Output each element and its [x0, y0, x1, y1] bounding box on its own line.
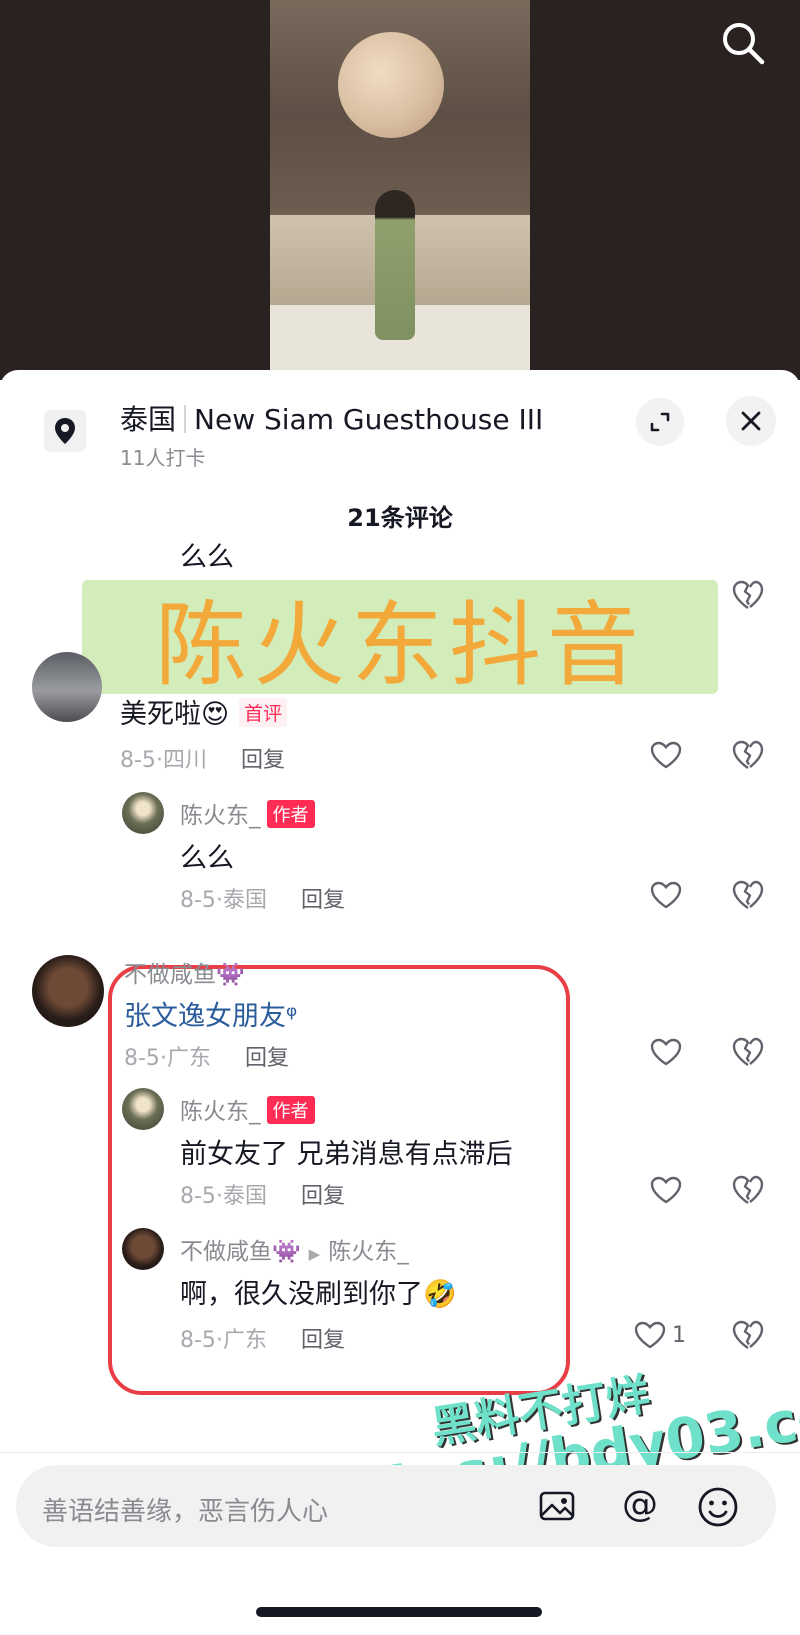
home-indicator — [256, 1607, 542, 1617]
comment-meta: 8-5·泰国 回复 — [180, 1184, 345, 1209]
reply-button[interactable]: 回复 — [241, 748, 285, 773]
comment-date: 8-5 — [180, 1184, 216, 1209]
reply-arrow-icon: ▶ — [308, 1245, 321, 1263]
location-header[interactable]: 泰国 New Siam Guesthouse III 11人打卡 — [0, 370, 800, 470]
comment-region: 广东 — [166, 1046, 211, 1071]
comment-author: 不做咸鱼👾 ▶ 陈火东_ — [180, 1232, 409, 1266]
author-name: 陈火东_ — [180, 803, 261, 829]
reply-to-name: 陈火东_ — [328, 1239, 409, 1265]
comment-meta: 8-5·泰国 回复 — [180, 888, 345, 913]
comment-input[interactable]: 善语结善缘，恶言伤人心 @ — [16, 1465, 776, 1547]
comment-date: 8-5 — [180, 888, 216, 913]
location-title[interactable]: 泰国 New Siam Guesthouse III — [120, 398, 543, 438]
heart-icon[interactable] — [646, 875, 686, 915]
search-icon[interactable] — [718, 18, 768, 68]
author-name: 不做咸鱼 — [180, 1239, 272, 1265]
comment-author: 陈火东_ 作者 — [180, 796, 315, 830]
avatar[interactable] — [122, 1088, 164, 1130]
watermark-text: 陈火东抖音 — [154, 591, 645, 699]
reply-button[interactable]: 回复 — [301, 1328, 345, 1353]
comment-meta: 8-5·广东 回复 — [180, 1328, 345, 1353]
at-icon[interactable]: @ — [616, 1481, 664, 1529]
comment-count-title: 21条评论 — [347, 504, 453, 532]
location-divider — [184, 405, 187, 433]
broken-heart-icon[interactable] — [728, 735, 768, 775]
broken-heart-icon[interactable] — [728, 575, 768, 615]
heart-icon[interactable] — [646, 1032, 686, 1072]
video-preview[interactable] — [0, 0, 800, 380]
location-country: 泰国 — [120, 403, 177, 436]
laugh-emoji: 🤣 — [423, 1279, 457, 1310]
comment-meta: 8-5·四川 回复 — [120, 748, 285, 773]
close-icon[interactable] — [726, 396, 776, 446]
comment-text-row: 美死啦😍 首评 — [120, 692, 288, 731]
comment-meta: 8-5·广东 回复 — [124, 1046, 289, 1071]
like-count: 1 — [672, 1323, 686, 1348]
search-link-text[interactable]: 张文逸女朋友 — [124, 1001, 286, 1032]
comment-author: 陈火东_ 作者 — [180, 1092, 315, 1126]
input-divider — [0, 1452, 800, 1453]
reply-button[interactable]: 回复 — [301, 888, 345, 913]
checkin-count: 11人打卡 — [120, 446, 206, 470]
broken-heart-icon[interactable] — [728, 1170, 768, 1210]
comment-region: 广东 — [222, 1328, 267, 1353]
comment-text: 么么 — [180, 843, 234, 874]
comment-region: 泰国 — [222, 888, 267, 913]
video-thumbnail — [270, 0, 530, 380]
image-icon[interactable] — [536, 1485, 578, 1527]
author-name: 陈火东_ — [180, 1099, 261, 1125]
comment-text: 美死啦 — [120, 699, 201, 730]
comment-text-row: 啊，很久没刷到你了🤣 — [180, 1272, 457, 1311]
avatar[interactable] — [32, 955, 104, 1027]
broken-heart-icon[interactable] — [728, 875, 768, 915]
comment-date: 8-5 — [120, 748, 156, 773]
alien-emoji: 👾 — [216, 962, 245, 988]
comment-text: 前女友了 兄弟消息有点滞后 — [180, 1139, 513, 1170]
comments-sheet: 泰国 New Siam Guesthouse III 11人打卡 21条评论 么么… — [0, 370, 800, 1635]
heart-icon[interactable] — [646, 735, 686, 775]
comment-input-placeholder: 善语结善缘，恶言伤人心 — [42, 1497, 329, 1527]
comment-date: 8-5 — [180, 1328, 216, 1353]
love-emoji: 😍 — [201, 699, 230, 730]
moon-lamp-image — [338, 32, 444, 138]
comment-region: 四川 — [162, 748, 207, 773]
comment-author: 不做咸鱼👾 — [124, 955, 245, 989]
avatar[interactable] — [32, 652, 102, 722]
expand-icon[interactable] — [636, 398, 684, 446]
first-comment-badge: 首评 — [239, 698, 288, 727]
author-badge: 作者 — [266, 800, 315, 828]
avatar[interactable] — [122, 1228, 164, 1270]
reply-button[interactable]: 回复 — [245, 1046, 289, 1071]
avatar[interactable] — [122, 792, 164, 834]
location-place: New Siam Guesthouse III — [194, 403, 544, 436]
emoji-icon[interactable] — [696, 1485, 740, 1529]
broken-heart-icon[interactable] — [728, 1032, 768, 1072]
watermark-overlay: 陈火东抖音 — [82, 580, 718, 699]
author-badge: 作者 — [266, 1096, 315, 1124]
heart-icon[interactable] — [646, 1170, 686, 1210]
comment-text-row[interactable]: 张文逸女朋友ᵠ — [124, 994, 297, 1033]
reply-button[interactable]: 回复 — [301, 1184, 345, 1209]
comment-text: 啊，很久没刷到你了 — [180, 1279, 423, 1310]
comment-text: 么么 — [180, 542, 234, 573]
search-link-icon: ᵠ — [286, 1001, 298, 1032]
comment-date: 8-5 — [124, 1046, 160, 1071]
author-name: 不做咸鱼 — [124, 962, 216, 988]
alien-emoji: 👾 — [272, 1239, 301, 1265]
broken-heart-icon[interactable] — [728, 1315, 768, 1355]
comment-region: 泰国 — [222, 1184, 267, 1209]
location-pin-icon — [44, 410, 86, 452]
person-image — [375, 190, 415, 340]
heart-icon[interactable] — [630, 1315, 670, 1355]
